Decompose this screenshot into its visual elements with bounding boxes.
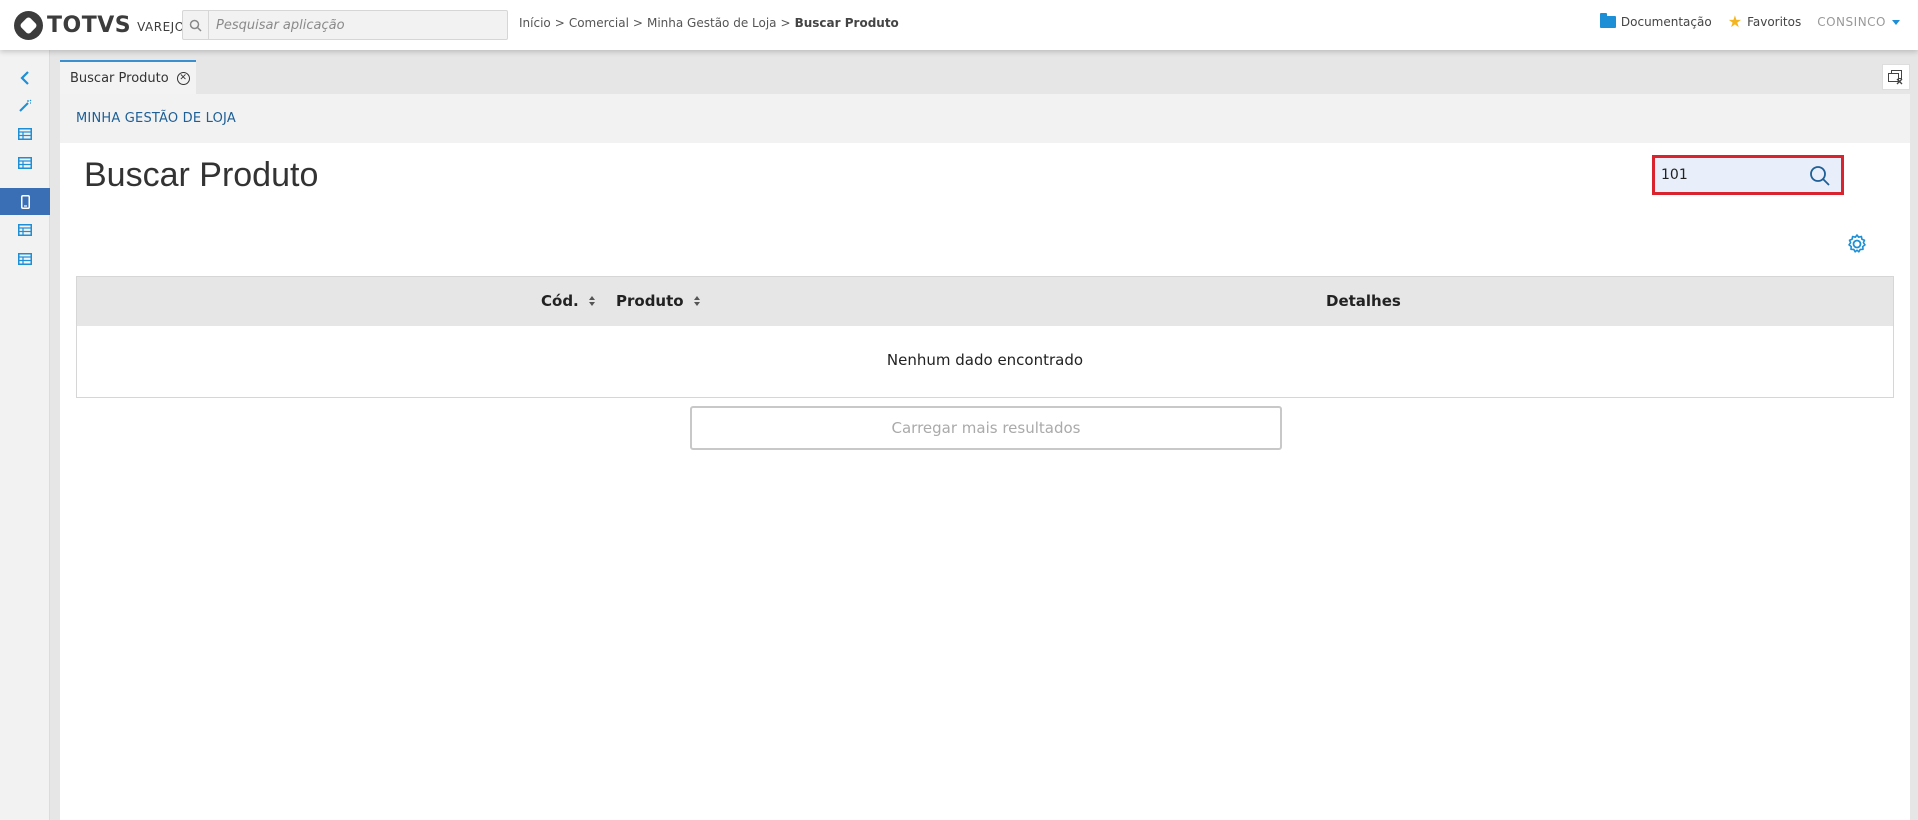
top-bar: TOTVS VAREJO Início>Comercial>Minha Gest… — [0, 0, 1918, 50]
product-search-input[interactable] — [1655, 167, 1805, 183]
breadcrumb-current: Buscar Produto — [794, 16, 899, 30]
results-table: Cód. Produto Detalhes Nenhum dado encont… — [76, 276, 1894, 398]
sidebar-item-mobile[interactable] — [0, 188, 50, 215]
brand-logo[interactable]: TOTVS VAREJO — [14, 10, 185, 40]
table-icon — [18, 223, 32, 236]
column-label: Produto — [616, 292, 684, 310]
table-icon — [18, 252, 32, 265]
brand-product: VAREJO — [137, 19, 185, 34]
documentation-label: Documentação — [1620, 15, 1712, 29]
header-actions: Documentação ★ Favoritos CONSINCO — [1584, 12, 1900, 31]
user-menu[interactable]: CONSINCO — [1817, 15, 1900, 29]
wand-icon — [19, 99, 32, 112]
column-label: Cód. — [541, 292, 579, 310]
product-search — [1652, 155, 1844, 195]
tab-buscar-produto[interactable]: Buscar Produto ✕ — [60, 60, 196, 94]
breadcrumb-item-inicio[interactable]: Início — [519, 16, 551, 30]
documentation-link[interactable]: Documentação — [1599, 13, 1712, 29]
caret-down-icon — [1892, 19, 1900, 25]
table-header: Cód. Produto Detalhes — [77, 277, 1893, 326]
column-header-detalhes: Detalhes — [1326, 292, 1401, 310]
sort-icon — [588, 296, 595, 306]
breadcrumb-item-comercial[interactable]: Comercial — [569, 16, 629, 30]
empty-state-message: Nenhum dado encontrado — [886, 351, 1084, 369]
brand-name: TOTVS — [47, 12, 132, 38]
sidebar-item-table-3[interactable] — [0, 216, 50, 243]
sidebar-item-tools[interactable] — [0, 92, 50, 119]
module-title: MINHA GESTÃO DE LOJA — [76, 111, 236, 126]
gear-icon[interactable] — [1846, 233, 1868, 255]
user-name: CONSINCO — [1817, 15, 1886, 29]
workspace: Buscar Produto ✕ MINHA GESTÃO DE LOJA Bu… — [50, 50, 1918, 820]
breadcrumb-separator: > — [554, 16, 565, 30]
sidebar-item-table-1[interactable] — [0, 120, 50, 147]
load-more-button[interactable]: Carregar mais resultados — [690, 406, 1282, 450]
breadcrumb-item-minha-gestao-de-loja[interactable]: Minha Gestão de Loja — [647, 16, 777, 30]
search-icon[interactable] — [1809, 165, 1831, 187]
tabs-manager-button[interactable] — [1882, 64, 1910, 90]
breadcrumb-separator: > — [632, 16, 643, 30]
content-panel: MINHA GESTÃO DE LOJA Buscar Produto Cód.… — [60, 94, 1910, 820]
table-icon — [18, 156, 32, 169]
favorites-label: Favoritos — [1747, 15, 1802, 29]
totvs-logo-icon — [14, 10, 43, 40]
breadcrumb: Início > Comercial > Minha Gestão de Loja > Bu… — [519, 16, 899, 30]
app-search-input[interactable] — [209, 17, 499, 33]
star-icon: ★ — [1727, 12, 1743, 31]
module-header: MINHA GESTÃO DE LOJA — [60, 94, 1910, 143]
page-title: Buscar Produto — [84, 156, 319, 194]
sort-icon — [693, 296, 700, 306]
column-header-cod[interactable]: Cód. — [541, 292, 595, 310]
chevron-left-icon — [20, 70, 29, 85]
sidebar-item-table-2[interactable] — [0, 149, 50, 176]
column-header-produto[interactable]: Produto — [616, 292, 700, 310]
table-icon — [18, 127, 32, 140]
close-icon[interactable]: ✕ — [176, 71, 190, 85]
sidebar-item-table-4[interactable] — [0, 245, 50, 272]
folder-icon — [1599, 13, 1616, 28]
tab-label: Buscar Produto — [70, 70, 169, 86]
sidebar-collapse-button[interactable] — [0, 64, 50, 91]
sidebar — [0, 50, 50, 820]
mobile-icon — [20, 194, 30, 209]
favorites-link[interactable]: ★ Favoritos — [1727, 12, 1802, 31]
app-search — [182, 10, 508, 40]
tab-strip: Buscar Produto ✕ — [50, 50, 1918, 94]
windows-close-icon — [1888, 69, 1903, 84]
column-label: Detalhes — [1326, 292, 1401, 310]
search-icon[interactable] — [183, 11, 209, 39]
breadcrumb-separator: > — [780, 16, 791, 30]
